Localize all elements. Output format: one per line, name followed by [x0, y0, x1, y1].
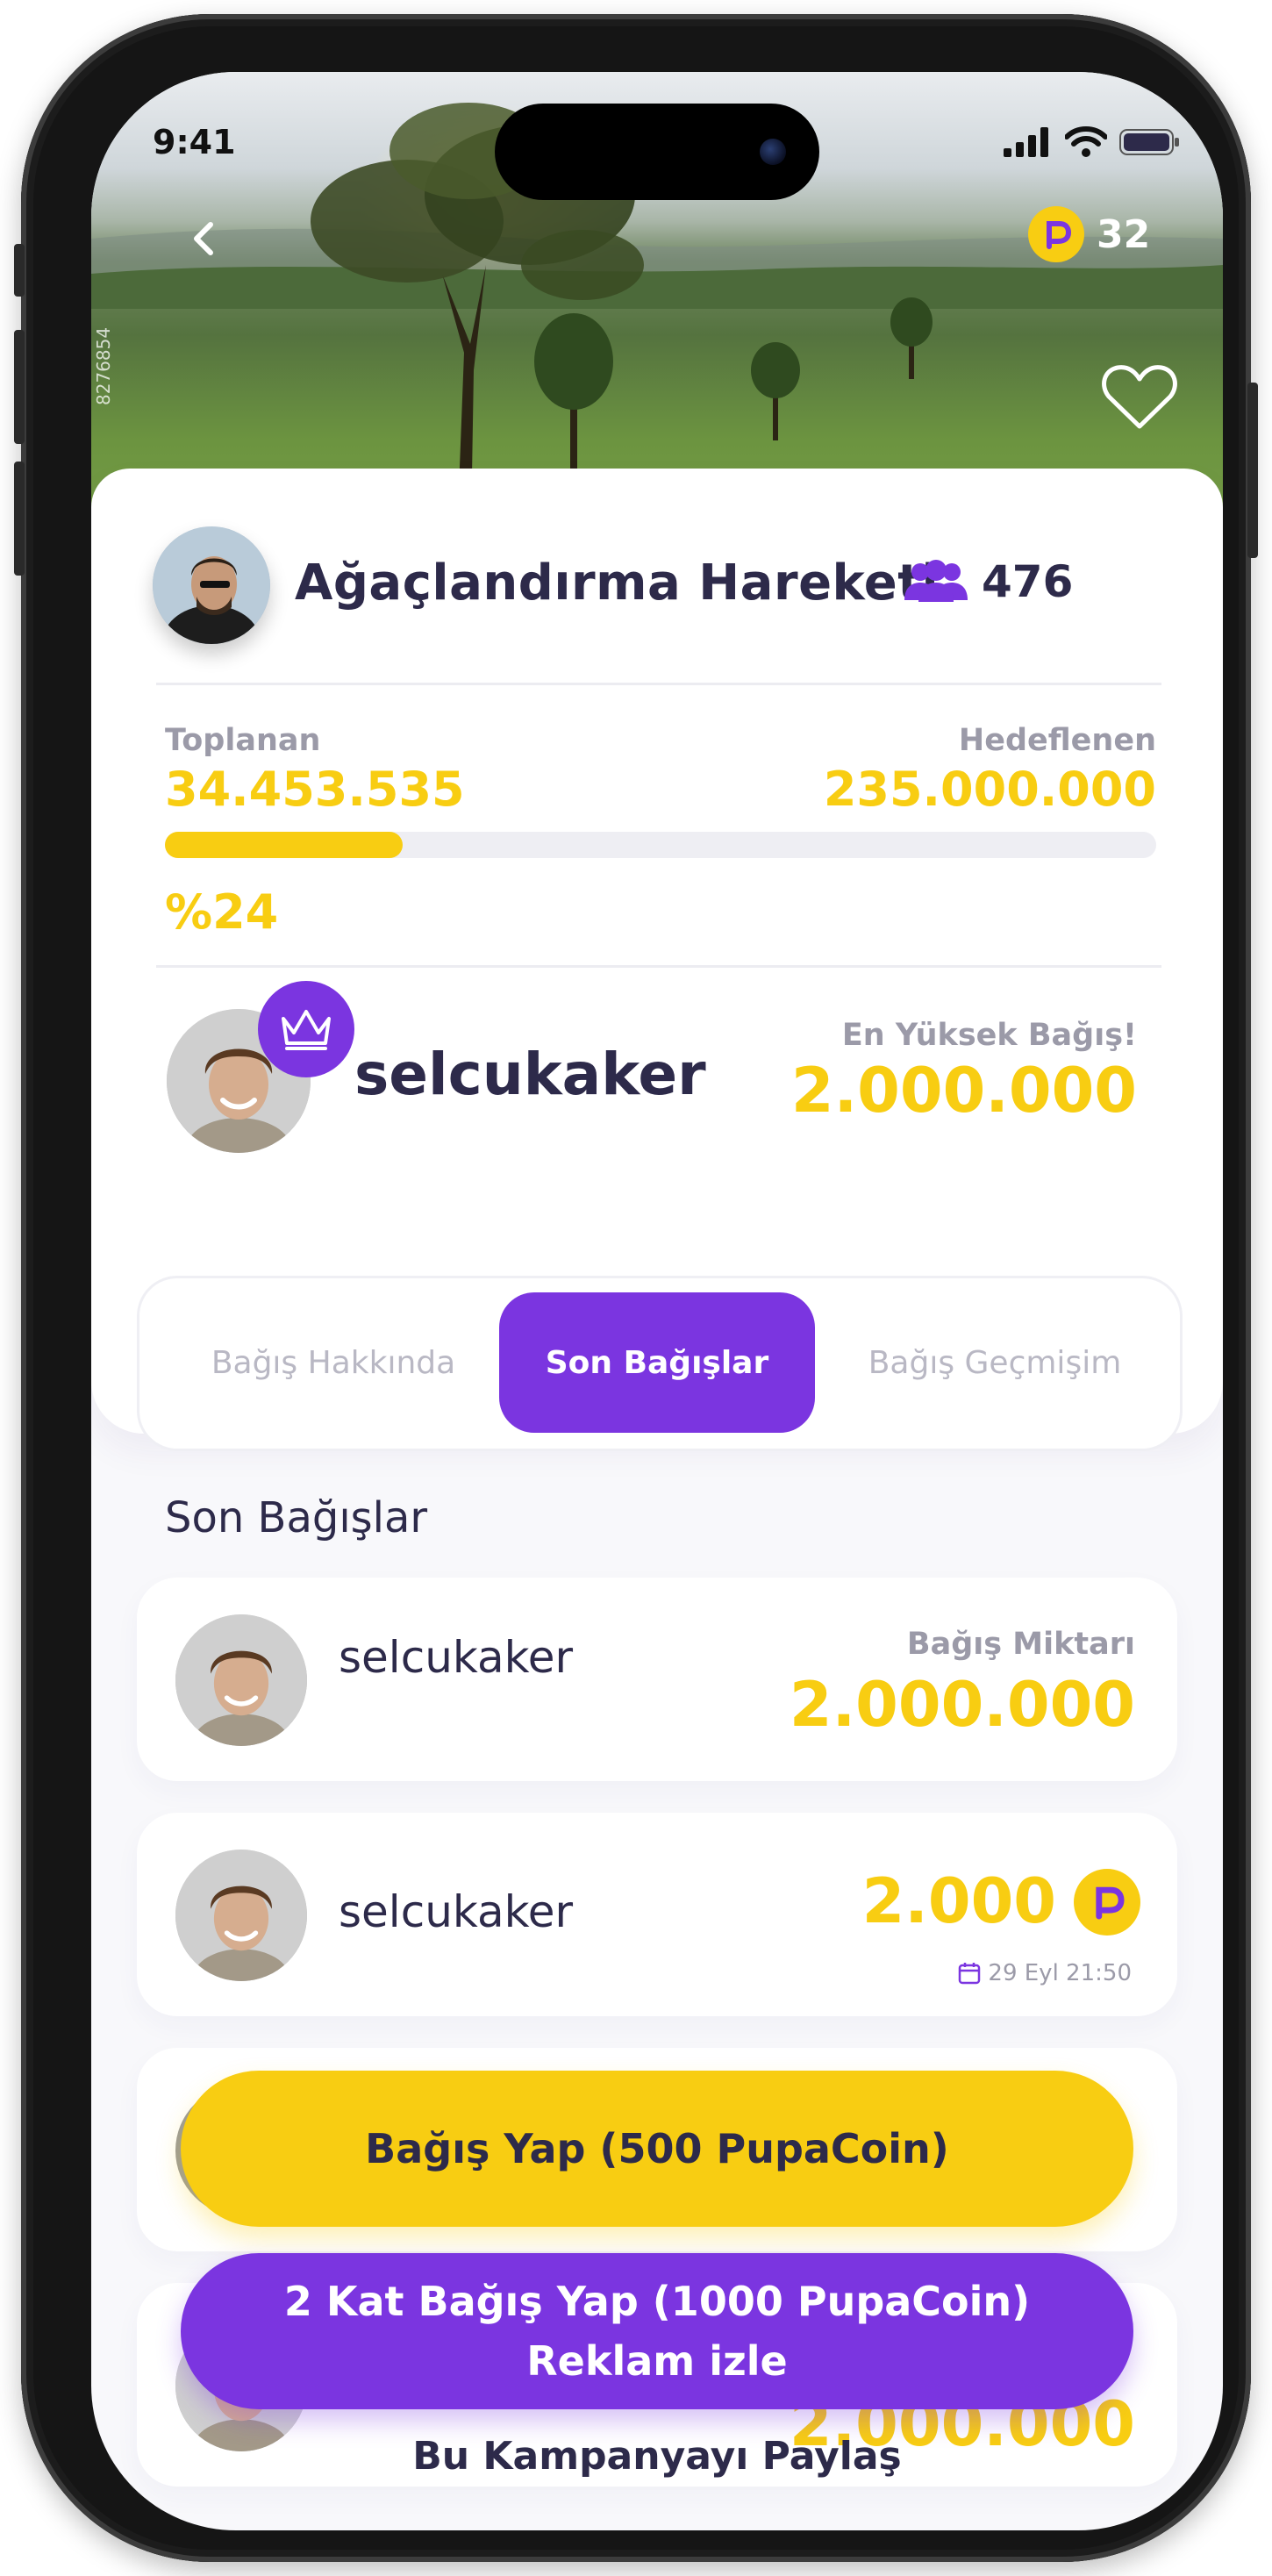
phone-frame: 9:41 32 8276854 Ağaçlandırma Hareketi 47…: [14, 14, 1258, 2562]
progress-bar: [165, 832, 1156, 858]
status-icons: [1004, 126, 1181, 158]
pupacoin-icon: [1074, 1869, 1140, 1936]
donor-avatar: [175, 1850, 307, 1981]
camera-icon: [760, 139, 786, 165]
target-label: Hedeflenen: [958, 723, 1156, 758]
campaign-title: Ağaçlandırma Hareketi: [295, 555, 940, 612]
app-screen: 9:41 32 8276854 Ağaçlandırma Hareketi 47…: [91, 72, 1223, 2530]
divider: [156, 965, 1161, 968]
crown-icon: [282, 1010, 331, 1050]
members-icon: [904, 560, 968, 602]
top-donor-name: selcukaker: [354, 1041, 706, 1108]
target-value: 235.000.000: [823, 762, 1156, 817]
list-item[interactable]: selcukaker Bağış Miktarı 2.000.000: [137, 1578, 1177, 1781]
pupacoin-icon: [1028, 206, 1084, 262]
tree-small-3: [890, 297, 933, 379]
donor-avatar: [175, 1614, 307, 1746]
donation-date-text: 29 Eyl 21:50: [988, 1960, 1132, 1986]
coin-balance-chip[interactable]: 32: [1021, 195, 1186, 274]
power-button: [1247, 383, 1258, 558]
coin-balance: 32: [1097, 211, 1151, 257]
image-watermark: 8276854: [93, 326, 114, 405]
collected-value: 34.453.535: [165, 762, 465, 817]
battery-icon: [1119, 129, 1179, 155]
donor-name: selcukaker: [339, 1632, 574, 1683]
tree-small-1: [534, 313, 613, 476]
recent-donations-title: Son Bağışlar: [165, 1493, 428, 1542]
tree-small-2: [751, 342, 800, 440]
campaign-card: Ağaçlandırma Hareketi 476 Toplanan Hedef…: [91, 469, 1223, 1451]
mute-switch: [14, 244, 25, 297]
top-donor-amount: 2.000.000: [790, 1055, 1137, 1127]
donation-amount-label: Bağış Miktarı: [906, 1627, 1135, 1662]
heart-icon[interactable]: [1100, 361, 1179, 432]
back-chevron-icon[interactable]: [179, 212, 232, 265]
donation-amount: 2.000: [861, 1865, 1056, 1937]
double-donate-button[interactable]: 2 Kat Bağış Yap (1000 PupaCoin) Reklam i…: [181, 2253, 1133, 2409]
campaign-owner-avatar[interactable]: [153, 526, 270, 644]
tab-my-history[interactable]: Bağış Geçmişim: [815, 1292, 1175, 1433]
members-count-value: 476: [982, 556, 1074, 607]
collected-label: Toplanan: [165, 723, 321, 758]
donate-button-label: Bağış Yap (500 PupaCoin): [365, 2125, 949, 2172]
volume-up-button: [14, 330, 25, 444]
donate-button[interactable]: Bağış Yap (500 PupaCoin): [181, 2071, 1133, 2227]
divider: [156, 683, 1161, 685]
crown-badge: [258, 981, 354, 1077]
status-time: 9:41: [153, 123, 236, 161]
tab-recent-donations[interactable]: Son Bağışlar: [499, 1292, 815, 1433]
donor-name: selcukaker: [339, 1886, 574, 1937]
top-donor-label: En Yüksek Bağış!: [841, 1018, 1137, 1053]
donation-amount: 2.000.000: [789, 1669, 1135, 1741]
tab-about[interactable]: Bağış Hakkında: [154, 1292, 513, 1433]
progress-fill: [165, 832, 404, 858]
volume-down-button: [14, 462, 25, 576]
dynamic-island: [495, 104, 819, 200]
share-campaign-link[interactable]: Bu Kampanyayı Paylaş: [91, 2434, 1223, 2479]
wifi-icon: [1065, 126, 1107, 157]
list-item[interactable]: selcukaker 2.000 29 Eyl 21:50: [137, 1813, 1177, 2016]
members-count[interactable]: 476: [903, 556, 1073, 607]
progress-percent: %24: [165, 884, 279, 940]
tab-bar: Bağış Hakkında Son Bağışlar Bağış Geçmiş…: [137, 1276, 1183, 1451]
double-donate-label: 2 Kat Bağış Yap (1000 PupaCoin): [283, 2278, 1031, 2325]
calendar-icon: [959, 1963, 981, 1985]
signal-icon: [1004, 127, 1048, 157]
watch-ad-label: Reklam izle: [526, 2337, 788, 2385]
donation-date: 29 Eyl 21:50: [958, 1960, 1132, 1986]
